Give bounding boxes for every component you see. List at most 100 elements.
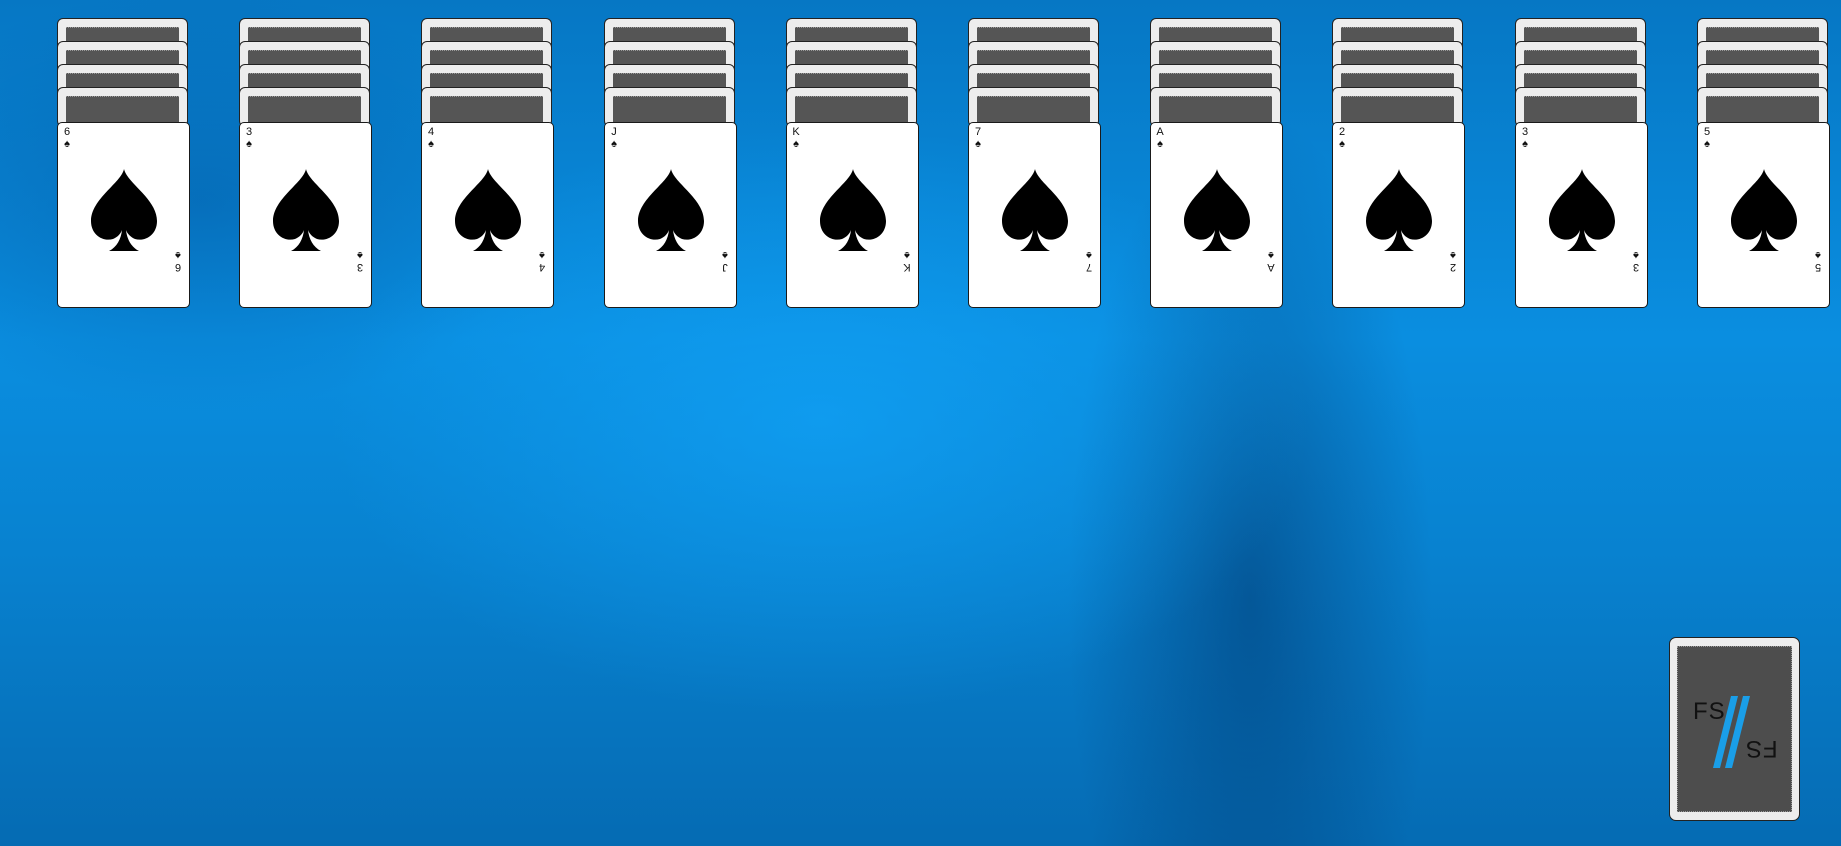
card-corner-top: A ♠ (1154, 126, 1166, 150)
face-up-card[interactable]: 5 ♠ 5 ♠ (1697, 122, 1830, 308)
card-rank: 5 (1814, 261, 1822, 273)
card-corner-top: 2 ♠ (1336, 126, 1348, 150)
card-suit-icon: ♠ (428, 138, 434, 150)
face-down-card (239, 87, 370, 137)
card-rank: 3 (245, 126, 253, 138)
tableau-column[interactable]: A ♠ A ♠ (1150, 18, 1283, 310)
card-rank: 4 (538, 261, 546, 273)
card-rank: 6 (63, 126, 71, 138)
face-down-card (421, 87, 552, 137)
card-suit-icon: ♠ (539, 249, 545, 261)
card-suit-icon: ♠ (1268, 249, 1274, 261)
card-rank: A (1156, 126, 1164, 138)
card-rank: 3 (1521, 126, 1529, 138)
card-suit-icon: ♠ (1339, 138, 1345, 150)
card-corner-bottom: 3 ♠ (354, 249, 366, 273)
card-corner-top: 7 ♠ (972, 126, 984, 150)
card-suit-icon: ♠ (175, 249, 181, 261)
tableau-column[interactable]: 3 ♠ 3 ♠ (239, 18, 372, 310)
card-rank: J (722, 261, 728, 273)
card-rank: 2 (1449, 261, 1457, 273)
card-suit-icon: ♠ (1157, 138, 1163, 150)
tableau-column[interactable]: J ♠ J ♠ (604, 18, 737, 310)
card-corner-bottom: 2 ♠ (1447, 249, 1459, 273)
card-suit-icon: ♠ (1522, 138, 1528, 150)
card-rank: 5 (1703, 126, 1711, 138)
card-suit-icon: ♠ (64, 138, 70, 150)
face-down-card (1515, 87, 1646, 137)
card-corner-top: 4 ♠ (425, 126, 437, 150)
face-down-card (968, 87, 1099, 137)
card-rank: 3 (1632, 261, 1640, 273)
spade-icon (91, 169, 157, 251)
card-suit-icon: ♠ (793, 138, 799, 150)
face-up-card[interactable]: K ♠ K ♠ (786, 122, 919, 308)
face-up-card[interactable]: 6 ♠ 6 ♠ (57, 122, 190, 308)
card-corner-top: 3 ♠ (1519, 126, 1531, 150)
face-down-card (786, 87, 917, 137)
face-up-card[interactable]: J ♠ J ♠ (604, 122, 737, 308)
card-corner-bottom: A ♠ (1265, 249, 1277, 273)
card-rank: 7 (974, 126, 982, 138)
face-down-card (1697, 87, 1828, 137)
card-rank: 7 (1085, 261, 1093, 273)
face-up-card[interactable]: A ♠ A ♠ (1150, 122, 1283, 308)
card-rank: 4 (427, 126, 435, 138)
card-corner-top: 6 ♠ (61, 126, 73, 150)
card-rank: 3 (356, 261, 364, 273)
card-suit-icon: ♠ (611, 138, 617, 150)
stock-logo-text-inverted: FS (1745, 735, 1778, 762)
card-corner-top: 3 ♠ (243, 126, 255, 150)
card-corner-top: K ♠ (790, 126, 802, 150)
stock-pile[interactable]: FS FS (1669, 637, 1800, 821)
card-corner-bottom: 7 ♠ (1083, 249, 1095, 273)
spade-icon (455, 169, 521, 251)
face-up-card[interactable]: 7 ♠ 7 ♠ (968, 122, 1101, 308)
spade-icon (273, 169, 339, 251)
card-corner-top: J ♠ (608, 126, 620, 150)
face-down-card (1150, 87, 1281, 137)
card-rank: 6 (174, 261, 182, 273)
tableau-column[interactable]: 6 ♠ 6 ♠ (57, 18, 190, 310)
face-down-card (57, 87, 188, 137)
card-suit-icon: ♠ (1086, 249, 1092, 261)
face-down-card (1332, 87, 1463, 137)
spade-icon (1549, 169, 1615, 251)
card-suit-icon: ♠ (357, 249, 363, 261)
card-corner-bottom: 4 ♠ (536, 249, 548, 273)
tableau-column[interactable]: 4 ♠ 4 ♠ (421, 18, 554, 310)
card-corner-bottom: 3 ♠ (1630, 249, 1642, 273)
tableau-column[interactable]: 2 ♠ 2 ♠ (1332, 18, 1465, 310)
spade-icon (1731, 169, 1797, 251)
tableau-column[interactable]: K ♠ K ♠ (786, 18, 919, 310)
card-suit-icon: ♠ (1815, 249, 1821, 261)
face-up-card[interactable]: 3 ♠ 3 ♠ (239, 122, 372, 308)
card-suit-icon: ♠ (904, 249, 910, 261)
face-up-card[interactable]: 4 ♠ 4 ♠ (421, 122, 554, 308)
card-corner-bottom: J ♠ (719, 249, 731, 273)
card-suit-icon: ♠ (1450, 249, 1456, 261)
card-rank: A (1267, 261, 1275, 273)
card-suit-icon: ♠ (1633, 249, 1639, 261)
card-suit-icon: ♠ (246, 138, 252, 150)
spade-icon (1184, 169, 1250, 251)
card-corner-bottom: 5 ♠ (1812, 249, 1824, 273)
spade-icon (820, 169, 886, 251)
card-suit-icon: ♠ (722, 249, 728, 261)
face-up-card[interactable]: 3 ♠ 3 ♠ (1515, 122, 1648, 308)
card-rank: K (903, 261, 911, 273)
spade-icon (1366, 169, 1432, 251)
spade-icon (638, 169, 704, 251)
card-suit-icon: ♠ (975, 138, 981, 150)
card-corner-bottom: 6 ♠ (172, 249, 184, 273)
game-board: 6 ♠ 6 ♠ 3 ♠ 3 ♠ 4 ♠ 4 ♠ J ♠ J ♠ K ♠ K ♠ 7 ♠ 7 ♠ A ♠ A ♠ 2 ♠ 2 ♠ 3 ♠ 3 ♠ 5 ♠ 5 ♠… (0, 0, 1841, 846)
face-up-card[interactable]: 2 ♠ 2 ♠ (1332, 122, 1465, 308)
card-rank: 2 (1338, 126, 1346, 138)
card-rank: J (611, 126, 617, 138)
tableau-column[interactable]: 5 ♠ 5 ♠ (1697, 18, 1830, 310)
card-corner-top: 5 ♠ (1701, 126, 1713, 150)
spade-icon (1002, 169, 1068, 251)
tableau-column[interactable]: 3 ♠ 3 ♠ (1515, 18, 1648, 310)
tableau-column[interactable]: 7 ♠ 7 ♠ (968, 18, 1101, 310)
card-corner-bottom: K ♠ (901, 249, 913, 273)
